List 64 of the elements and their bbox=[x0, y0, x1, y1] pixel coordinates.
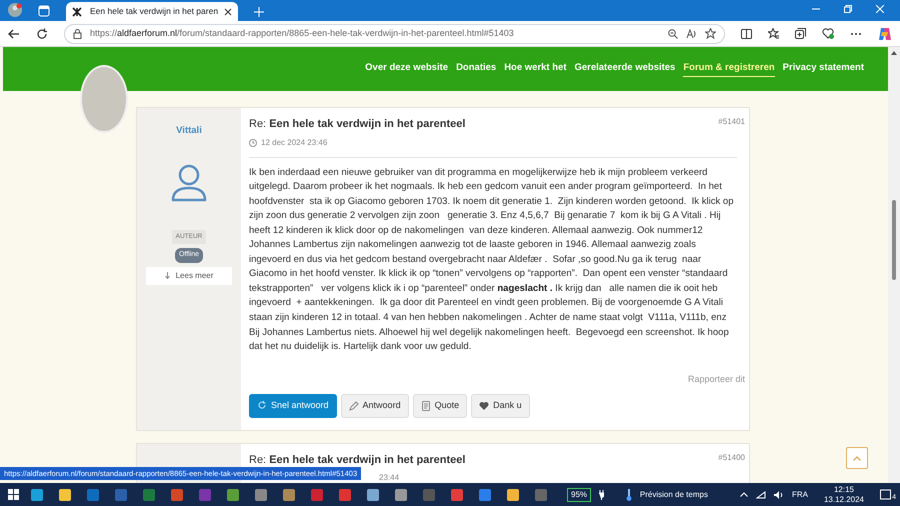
battery-indicator: 95% bbox=[567, 488, 592, 502]
post-date: 12 dec 2024 23:46 bbox=[261, 136, 328, 148]
heart-pulse-icon[interactable] bbox=[822, 28, 834, 39]
app-icon[interactable] bbox=[226, 488, 240, 502]
post-body-text: Ik ben inderdaad een nieuwe gebruiker van dit programma en mogelijkerwijze heb ik mijn probleem verkeerd uitgelegd. Daarom probeer ik het nogmaals. Ik heb een gedcom vanuit een ander program geïmporteerd. In het hoofdvenster sta ik op Giacomo geboren 1703. Ik noem dit generatie 1. Zijn kinderen worden getoond. Ik klick op zijn zoon dus generatie 2 vervolgen zijn zoon generatie 3. Enz 4,5,6,7 Bij genaratie 7 kom ik bij G A Vitali . Hij heeft 12 kinderen ik klick door op de nakomelingen van deze kinderen. Allemaal aanwezig. Ook nummer12 Johannes Lambertus zijn nakomelingen aanwezig tot de laaste geboren in 1946. Allemaal aanwezig zoals ingevoerd en dus via het gedcom bestand overgebracht naar Aldefær . Sofar ,so good.Nu ga ik terug naar Giacomo in het hoofd venster. Ik klick ik op “tonen” vervolgens op “rapporten”. Dan opent een venster “standaard tekstrapporten” ver volgens klick ik i op “parenteel” onder nageslacht . Ik krijg dan alle namen die ik ooit heb ingevoerd + aantekkeningen. Ik ga door dit Parenteel en vindt geen problemen. Bij de voorgenoemde G A Vitali staan zijn kinderen 12 in totaal. 4 van hen hebben nakomelingen . Achter de name staat volgt V111a, V111b, enz Bij Johannes Lambertus niets. Alhoewel hij wel degelijk nakomelingen heeft. Begevoegd een screenshot. Ik hoop dat het nu duidelijk is. Hartelijk dank voor uw geduld. bbox=[249, 166, 735, 354]
windows-logo-icon[interactable] bbox=[8, 489, 19, 500]
split-screen-icon[interactable] bbox=[741, 28, 752, 38]
chevron-up-icon bbox=[853, 456, 861, 460]
post-action-button[interactable]: Dank u bbox=[471, 394, 530, 418]
scroll-up-icon[interactable] bbox=[891, 51, 897, 55]
clock-icon bbox=[249, 138, 257, 146]
close-icon[interactable] bbox=[224, 8, 232, 16]
app-icon[interactable] bbox=[254, 488, 268, 502]
read-more-link[interactable]: Lees meer bbox=[146, 266, 232, 284]
user-avatar-icon bbox=[171, 164, 207, 202]
post-action-button[interactable]: Snel antwoord bbox=[249, 394, 337, 418]
clock-time[interactable]: 12:15 bbox=[834, 484, 854, 494]
pencil-icon bbox=[348, 400, 359, 411]
url-text: https://aldfaerforum.nl/forum/standaard-rapporten/8865-een-hele-tak-verdwijn-in-het-parenteel.html#51403 bbox=[90, 26, 515, 40]
collections-icon[interactable] bbox=[795, 28, 806, 39]
refresh-icon[interactable] bbox=[36, 28, 48, 40]
tab-actions-icon[interactable] bbox=[38, 5, 50, 17]
speaker-icon[interactable] bbox=[774, 490, 784, 498]
post-action-button[interactable]: Quote bbox=[412, 394, 468, 418]
app-icon[interactable] bbox=[366, 488, 380, 502]
post-number-link[interactable]: #51401 bbox=[718, 116, 745, 148]
chevron-up-icon[interactable] bbox=[740, 492, 748, 497]
clock-date[interactable]: 13.12.2024 bbox=[824, 494, 864, 504]
site-logo-icon bbox=[72, 6, 82, 16]
plug-icon bbox=[599, 490, 604, 500]
post-date: 23:44 bbox=[379, 472, 400, 483]
star-icon[interactable] bbox=[705, 28, 716, 39]
thermometer-icon[interactable] bbox=[626, 488, 632, 500]
read-aloud-icon[interactable] bbox=[686, 28, 697, 38]
lock-icon[interactable] bbox=[73, 28, 82, 38]
app-icon[interactable] bbox=[506, 488, 520, 502]
favorites-icon[interactable] bbox=[768, 28, 779, 39]
document-icon bbox=[420, 400, 431, 411]
more-icon[interactable] bbox=[850, 32, 862, 36]
browser-tab[interactable]: Een hele tak verdwijn in het paren bbox=[66, 2, 238, 21]
scrollbar[interactable] bbox=[888, 47, 900, 483]
copilot-icon[interactable] bbox=[878, 26, 892, 40]
refresh-icon bbox=[257, 400, 267, 411]
tab-title: Een hele tak verdwijn in het paren bbox=[90, 5, 220, 18]
notification-icon[interactable] bbox=[880, 488, 892, 500]
back-icon[interactable] bbox=[8, 28, 20, 40]
address-bar[interactable]: https://aldfaerforum.nl/forum/standaard-rapporten/8865-een-hele-tak-verdwijn-in-het-parenteel.html#51403 bbox=[64, 24, 725, 44]
new-tab-icon[interactable] bbox=[254, 7, 264, 17]
zoom-out-icon[interactable] bbox=[668, 28, 678, 38]
post-title[interactable]: Re: Een hele tak verdwijn in het parenteel bbox=[249, 116, 718, 132]
heart-icon bbox=[479, 400, 490, 411]
arrow-down-icon bbox=[164, 272, 170, 279]
app-icon[interactable] bbox=[478, 488, 492, 502]
app-icon[interactable] bbox=[30, 488, 44, 502]
weather-text[interactable]: Prévision de temps bbox=[640, 488, 708, 500]
app-icon[interactable] bbox=[282, 488, 296, 502]
app-icon[interactable] bbox=[58, 488, 72, 502]
restore-icon[interactable] bbox=[844, 5, 852, 13]
profile-icon[interactable] bbox=[8, 3, 22, 17]
post-action-button[interactable]: Antwoord bbox=[340, 394, 409, 418]
post-title[interactable]: Re: Een hele tak verdwijn in het parenteel bbox=[249, 452, 718, 468]
app-icon[interactable] bbox=[394, 488, 408, 502]
language-indicator[interactable]: FRA bbox=[792, 488, 808, 500]
post-number-link[interactable]: #51400 bbox=[718, 452, 745, 483]
